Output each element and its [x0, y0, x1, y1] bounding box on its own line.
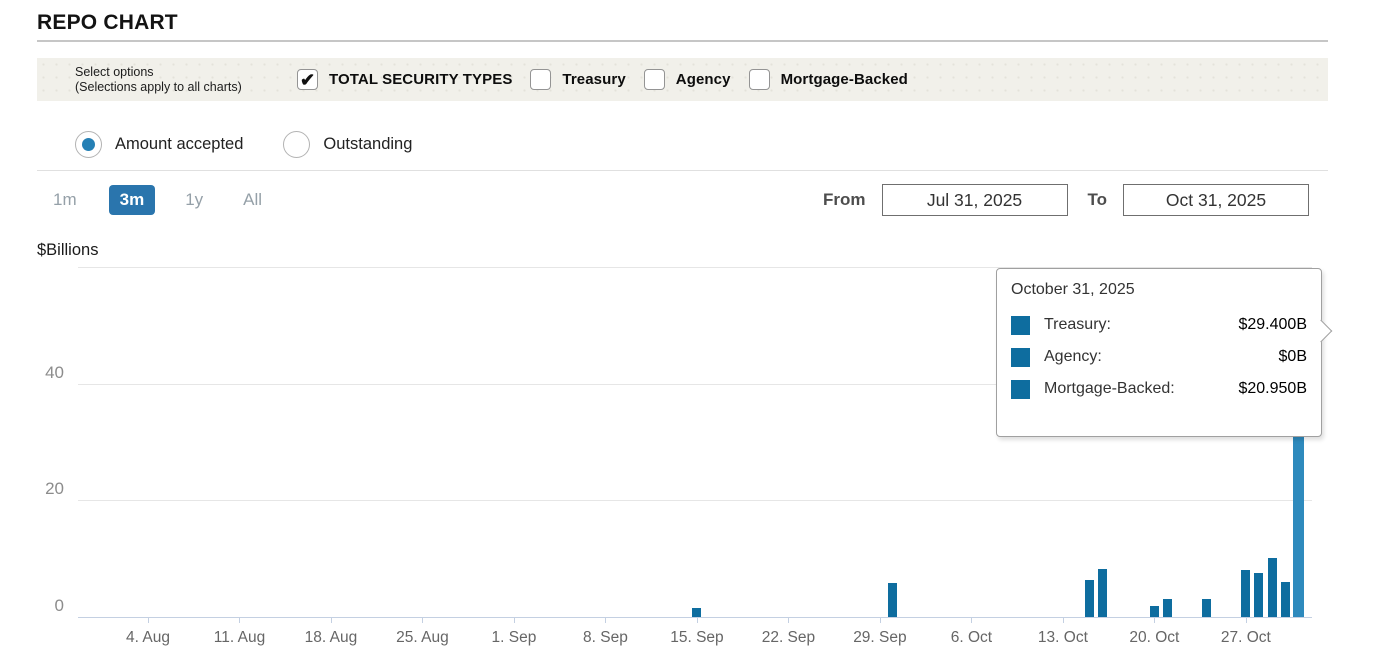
x-axis-tick-label: 20. Oct [1106, 629, 1202, 647]
range-button-3m[interactable]: 3m [109, 185, 156, 215]
bar-2025-10-16[interactable] [1098, 569, 1107, 617]
date-range: From To [823, 184, 1309, 216]
checkbox-label-treasury: Treasury [562, 71, 625, 88]
bar-2025-10-30[interactable] [1281, 582, 1290, 617]
x-axis-tick [1063, 618, 1064, 623]
radio-selected-icon[interactable] [75, 131, 102, 158]
x-axis-tick-label: 22. Sep [740, 629, 836, 647]
x-axis-tick [331, 618, 332, 623]
range-buttons: 1m 3m 1y All [45, 185, 294, 215]
bar-2025-10-20[interactable] [1150, 606, 1159, 617]
x-axis-tick [1246, 618, 1247, 623]
x-axis-tick [148, 618, 149, 623]
radio-label-amount-accepted: Amount accepted [115, 135, 243, 154]
y-axis-tick-label: 40 [0, 363, 64, 383]
y-axis-title: $Billions [37, 241, 98, 260]
x-axis-tick-label: 27. Oct [1198, 629, 1294, 647]
x-axis-tick-label: 18. Aug [283, 629, 379, 647]
tooltip-label: Treasury: [1044, 316, 1111, 334]
chart-tooltip: October 31, 2025 Treasury: $29.400B Agen… [996, 268, 1322, 437]
page-title: REPO CHART [37, 11, 178, 35]
section-divider [37, 170, 1328, 171]
bar-2025-10-21[interactable] [1163, 599, 1172, 617]
tooltip-value: $29.400B [1238, 316, 1307, 334]
tooltip-row-treasury: Treasury: $29.400B [1011, 314, 1307, 336]
checkbox-unchecked-icon[interactable] [530, 69, 551, 90]
bar-2025-10-24[interactable] [1202, 599, 1211, 617]
checkbox-mortgage-backed[interactable]: Mortgage-Backed [749, 69, 908, 90]
tooltip-value: $0B [1279, 348, 1307, 366]
checkbox-unchecked-icon[interactable] [749, 69, 770, 90]
x-axis-tick [514, 618, 515, 623]
radio-label-outstanding: Outstanding [323, 135, 412, 154]
checkbox-unchecked-icon[interactable] [644, 69, 665, 90]
checkbox-agency[interactable]: Agency [644, 69, 731, 90]
bar-2025-10-27[interactable] [1241, 570, 1250, 617]
repo-chart-page: REPO CHART Select options (Selections ap… [0, 0, 1373, 662]
x-axis-tick [1154, 618, 1155, 623]
x-axis-tick-label: 29. Sep [832, 629, 928, 647]
x-axis-tick [239, 618, 240, 623]
tooltip-row-mortgage-backed: Mortgage-Backed: $20.950B [1011, 378, 1307, 400]
tooltip-label: Mortgage-Backed: [1044, 380, 1175, 398]
checkbox-label-total-security-types: TOTAL SECURITY TYPES [329, 71, 512, 88]
x-axis-tick [788, 618, 789, 623]
select-options-line1: Select options [75, 65, 253, 80]
x-axis-tick [971, 618, 972, 623]
series-swatch-icon [1011, 348, 1030, 367]
tooltip-label: Agency: [1044, 348, 1102, 366]
title-divider [37, 40, 1328, 42]
y-axis-tick-label: 20 [0, 479, 64, 499]
series-swatch-icon [1011, 380, 1030, 399]
x-axis-tick [697, 618, 698, 623]
range-button-all[interactable]: All [235, 185, 270, 215]
tooltip-callout-arrow [1310, 320, 1333, 343]
x-axis-tick-label: 4. Aug [100, 629, 196, 647]
y-axis-tick-label: 0 [0, 596, 64, 616]
to-date-input[interactable] [1123, 184, 1309, 216]
checkbox-label-mortgage-backed: Mortgage-Backed [781, 71, 908, 88]
radio-unselected-icon[interactable] [283, 131, 310, 158]
x-axis-tick-label: 15. Sep [649, 629, 745, 647]
from-label: From [823, 190, 866, 210]
bar-2025-09-15[interactable] [692, 608, 701, 617]
radio-outstanding[interactable]: Outstanding [283, 131, 412, 158]
x-axis-tick [605, 618, 606, 623]
options-bar: Select options (Selections apply to all … [37, 58, 1328, 101]
checkbox-label-agency: Agency [676, 71, 731, 88]
y-gridline [78, 500, 1312, 501]
tooltip-row-agency: Agency: $0B [1011, 346, 1307, 368]
x-axis-tick-label: 8. Sep [557, 629, 653, 647]
x-axis-tick-label: 25. Aug [374, 629, 470, 647]
checkbox-checked-icon[interactable]: ✔ [297, 69, 318, 90]
radio-amount-accepted[interactable]: Amount accepted [75, 131, 243, 158]
tooltip-value: $20.950B [1238, 380, 1307, 398]
checkbox-treasury[interactable]: Treasury [530, 69, 625, 90]
x-axis-tick [880, 618, 881, 623]
x-axis-tick-label: 6. Oct [923, 629, 1019, 647]
x-axis-tick-label: 11. Aug [191, 629, 287, 647]
tooltip-date: October 31, 2025 [1011, 281, 1307, 301]
x-axis-line [78, 617, 1312, 618]
select-options-label: Select options (Selections apply to all … [75, 65, 253, 95]
select-options-line2: (Selections apply to all charts) [75, 80, 253, 95]
radio-dot [82, 138, 95, 151]
view-toggle: Amount accepted Outstanding [75, 131, 452, 158]
bar-2025-10-15[interactable] [1085, 580, 1094, 617]
x-axis-tick-label: 13. Oct [1015, 629, 1111, 647]
series-swatch-icon [1011, 316, 1030, 335]
x-axis-tick [422, 618, 423, 623]
x-axis-tick-label: 1. Sep [466, 629, 562, 647]
range-button-1y[interactable]: 1y [177, 185, 211, 215]
bar-2025-10-29[interactable] [1268, 558, 1277, 617]
bar-2025-09-30[interactable] [888, 583, 897, 617]
range-button-1m[interactable]: 1m [45, 185, 85, 215]
from-date-input[interactable] [882, 184, 1068, 216]
to-label: To [1088, 190, 1108, 210]
checkbox-total-security-types[interactable]: ✔ TOTAL SECURITY TYPES [297, 69, 512, 90]
bar-2025-10-28[interactable] [1254, 573, 1263, 617]
